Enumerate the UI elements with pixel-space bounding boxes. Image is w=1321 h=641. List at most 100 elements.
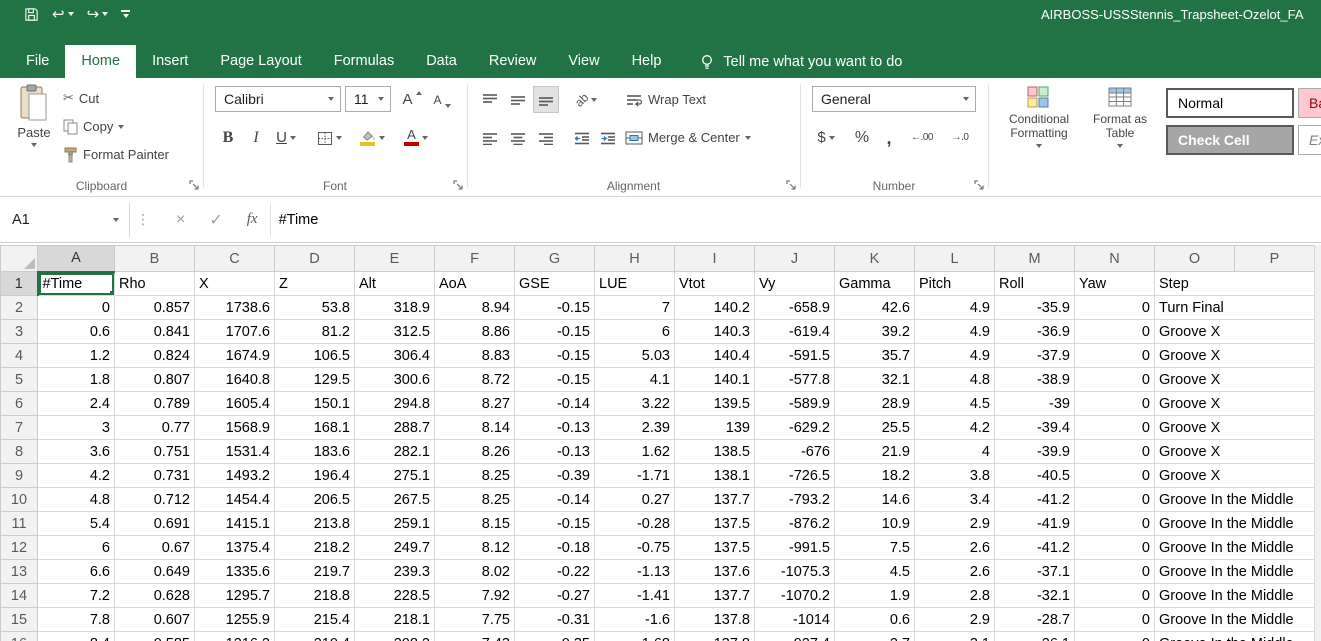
font-size-select[interactable]: 11: [345, 86, 391, 112]
column-header-L[interactable]: L: [915, 246, 995, 272]
conditional-formatting-button[interactable]: Conditional Formatting: [998, 84, 1080, 148]
cell-A9[interactable]: 4.2: [38, 464, 115, 488]
cell-G16[interactable]: -0.35: [515, 632, 595, 641]
format-as-table-button[interactable]: Format as Table: [1084, 84, 1156, 148]
cell-A5[interactable]: 1.8: [38, 368, 115, 392]
cell-K7[interactable]: 25.5: [835, 416, 915, 440]
cell-H13[interactable]: -1.13: [595, 560, 675, 584]
column-header-A[interactable]: A: [38, 246, 115, 272]
cell-E4[interactable]: 306.4: [355, 344, 435, 368]
cell-H7[interactable]: 2.39: [595, 416, 675, 440]
row-header-15[interactable]: 15: [1, 608, 38, 632]
cell-B4[interactable]: 0.824: [115, 344, 195, 368]
cell-F12[interactable]: 8.12: [435, 536, 515, 560]
cell-P2[interactable]: [1235, 296, 1315, 320]
cell-E6[interactable]: 294.8: [355, 392, 435, 416]
cell-L15[interactable]: 2.9: [915, 608, 995, 632]
cell-B10[interactable]: 0.712: [115, 488, 195, 512]
cell-E11[interactable]: 259.1: [355, 512, 435, 536]
cell-J14[interactable]: -1070.2: [755, 584, 835, 608]
cell-H11[interactable]: -0.28: [595, 512, 675, 536]
row-header-6[interactable]: 6: [1, 392, 38, 416]
decrease-indent-button[interactable]: [569, 124, 595, 151]
tab-view[interactable]: View: [552, 45, 615, 78]
row-header-13[interactable]: 13: [1, 560, 38, 584]
cell-B12[interactable]: 0.67: [115, 536, 195, 560]
cell-style-bad[interactable]: Ba: [1298, 88, 1321, 118]
cell-C7[interactable]: 1568.9: [195, 416, 275, 440]
cell-J11[interactable]: -876.2: [755, 512, 835, 536]
cell-C2[interactable]: 1738.6: [195, 296, 275, 320]
cell-C4[interactable]: 1674.9: [195, 344, 275, 368]
cell-D16[interactable]: 210.4: [275, 632, 355, 641]
cell-K2[interactable]: 42.6: [835, 296, 915, 320]
cell-H16[interactable]: -1.68: [595, 632, 675, 641]
cell-E7[interactable]: 288.7: [355, 416, 435, 440]
cell-N15[interactable]: 0: [1075, 608, 1155, 632]
row-header-8[interactable]: 8: [1, 440, 38, 464]
cell-E3[interactable]: 312.5: [355, 320, 435, 344]
cell-C12[interactable]: 1375.4: [195, 536, 275, 560]
customize-quick-access-button[interactable]: [121, 10, 130, 18]
cell-N2[interactable]: 0: [1075, 296, 1155, 320]
cell-style-check-cell[interactable]: Check Cell: [1166, 125, 1294, 155]
cell-J12[interactable]: -991.5: [755, 536, 835, 560]
cell-L6[interactable]: 4.5: [915, 392, 995, 416]
cell-K1[interactable]: Gamma: [835, 272, 915, 296]
cell-L3[interactable]: 4.9: [915, 320, 995, 344]
column-header-N[interactable]: N: [1075, 246, 1155, 272]
cell-O4[interactable]: Groove X: [1155, 344, 1235, 368]
cell-A2[interactable]: 0: [38, 296, 115, 320]
cell-O6[interactable]: Groove X: [1155, 392, 1235, 416]
cell-O13[interactable]: Groove In the Middle: [1155, 560, 1235, 584]
cell-K3[interactable]: 39.2: [835, 320, 915, 344]
cell-H12[interactable]: -0.75: [595, 536, 675, 560]
cell-C13[interactable]: 1335.6: [195, 560, 275, 584]
cell-H1[interactable]: LUE: [595, 272, 675, 296]
row-header-3[interactable]: 3: [1, 320, 38, 344]
cell-I3[interactable]: 140.3: [675, 320, 755, 344]
cell-N13[interactable]: 0: [1075, 560, 1155, 584]
cell-L4[interactable]: 4.9: [915, 344, 995, 368]
column-header-K[interactable]: K: [835, 246, 915, 272]
cell-B9[interactable]: 0.731: [115, 464, 195, 488]
cell-G10[interactable]: -0.14: [515, 488, 595, 512]
cell-K10[interactable]: 14.6: [835, 488, 915, 512]
tab-help[interactable]: Help: [616, 45, 678, 78]
cell-B8[interactable]: 0.751: [115, 440, 195, 464]
cell-E10[interactable]: 267.5: [355, 488, 435, 512]
cell-J16[interactable]: -927.4: [755, 632, 835, 641]
row-header-12[interactable]: 12: [1, 536, 38, 560]
cell-E9[interactable]: 275.1: [355, 464, 435, 488]
row-header-1[interactable]: 1: [1, 272, 38, 296]
cell-E1[interactable]: Alt: [355, 272, 435, 296]
cell-M2[interactable]: -35.9: [995, 296, 1075, 320]
cell-P9[interactable]: [1235, 464, 1315, 488]
cell-B5[interactable]: 0.807: [115, 368, 195, 392]
align-center-button[interactable]: [505, 124, 531, 151]
cell-J6[interactable]: -589.9: [755, 392, 835, 416]
tab-data[interactable]: Data: [410, 45, 473, 78]
cell-K4[interactable]: 35.7: [835, 344, 915, 368]
align-left-button[interactable]: [477, 124, 503, 151]
cell-M4[interactable]: -37.9: [995, 344, 1075, 368]
cell-M14[interactable]: -32.1: [995, 584, 1075, 608]
cell-A7[interactable]: 3: [38, 416, 115, 440]
cell-F1[interactable]: AoA: [435, 272, 515, 296]
save-button[interactable]: [24, 7, 39, 22]
cell-M6[interactable]: -39: [995, 392, 1075, 416]
cell-L2[interactable]: 4.9: [915, 296, 995, 320]
cell-F2[interactable]: 8.94: [435, 296, 515, 320]
cell-D14[interactable]: 218.8: [275, 584, 355, 608]
tab-formulas[interactable]: Formulas: [318, 45, 410, 78]
cell-C15[interactable]: 1255.9: [195, 608, 275, 632]
tab-insert[interactable]: Insert: [136, 45, 204, 78]
font-color-button[interactable]: A: [397, 124, 435, 151]
cell-A14[interactable]: 7.2: [38, 584, 115, 608]
cell-M7[interactable]: -39.4: [995, 416, 1075, 440]
align-right-button[interactable]: [533, 124, 559, 151]
percent-style-button[interactable]: %: [850, 124, 874, 151]
cell-M9[interactable]: -40.5: [995, 464, 1075, 488]
cell-K15[interactable]: 0.6: [835, 608, 915, 632]
cell-E16[interactable]: 208.2: [355, 632, 435, 641]
